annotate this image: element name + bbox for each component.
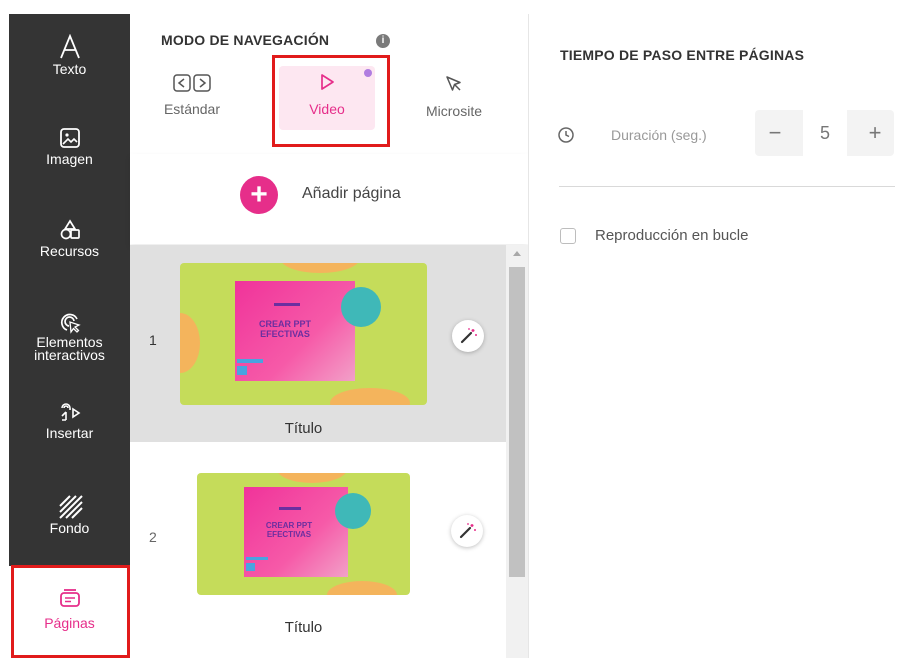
pages-list[interactable]: 1 CREAR PPT EFECTIVAS Título 2 CREAR PPT… (130, 245, 506, 658)
scroll-up-arrow[interactable] (513, 251, 521, 256)
add-page-area: + Añadir página (130, 154, 528, 244)
pages-scrollbar[interactable] (506, 245, 528, 658)
duration-stepper: − 5 + (755, 110, 894, 156)
pages-panel: MODO DE NAVEGACIÓN i Estándar Video Micr… (130, 14, 528, 658)
magic-wand-button[interactable] (452, 320, 484, 352)
image-icon (59, 128, 80, 148)
standard-mode-icon (173, 74, 211, 92)
sidebar-item-label: Imagen (46, 151, 93, 167)
page-number: 1 (149, 332, 157, 348)
interactive-icon (60, 313, 81, 334)
page-item-2[interactable]: 2 CREAR PPT EFECTIVAS Título (130, 442, 506, 658)
duration-value[interactable]: 5 (803, 110, 847, 156)
decrease-button[interactable]: − (757, 110, 793, 156)
sidebar-item-label: Insertar (45, 425, 94, 441)
thumbnail-text: CREAR PPT EFECTIVAS (265, 521, 313, 539)
new-indicator-dot (364, 69, 372, 77)
sidebar-item-paginas[interactable]: Páginas (9, 566, 130, 658)
insert-icon (60, 403, 80, 421)
page-title[interactable]: Título (180, 420, 427, 437)
info-icon[interactable]: i (376, 34, 390, 48)
navigation-mode-title: MODO DE NAVEGACIÓN (161, 32, 330, 48)
page-thumbnail[interactable]: CREAR PPT EFECTIVAS (180, 263, 427, 405)
duration-label: Duración (seg.) (611, 127, 707, 143)
background-icon (58, 495, 83, 519)
sidebar-item-label: Fondo (49, 520, 90, 536)
timing-panel: TIEMPO DE PASO ENTRE PÁGINAS Duración (s… (529, 14, 914, 658)
clock-icon (558, 127, 574, 143)
page-title[interactable]: Título (197, 619, 410, 636)
pages-icon (59, 589, 80, 607)
magic-wand-button[interactable] (451, 515, 483, 547)
sidebar-item-fondo[interactable]: Fondo (9, 493, 130, 536)
sidebar-item-texto[interactable]: Texto (9, 34, 130, 77)
mode-label: Microsite (425, 103, 482, 119)
sidebar-item-recursos[interactable]: Recursos (9, 218, 130, 259)
text-icon (59, 34, 80, 59)
sidebar-item-label: Páginas (44, 615, 95, 631)
add-page-label[interactable]: Añadir página (302, 185, 401, 203)
sidebar-item-label: Elementos interactivos (34, 334, 105, 363)
scroll-thumb[interactable] (509, 267, 525, 577)
resources-icon (60, 219, 80, 240)
loop-checkbox[interactable] (560, 228, 576, 244)
sidebar-item-label: Texto (52, 61, 87, 77)
page-number: 2 (149, 529, 157, 545)
increase-button[interactable]: + (857, 110, 893, 156)
sidebar-item-insertar[interactable]: Insertar (9, 400, 130, 441)
mode-microsite[interactable]: Microsite (416, 66, 492, 136)
mode-label: Estándar (163, 101, 221, 117)
cursor-icon (446, 76, 461, 91)
sidebar-item-label: Recursos (39, 243, 100, 259)
magic-wand-icon (459, 523, 476, 539)
thumbnail-text: CREAR PPT EFECTIVAS (258, 319, 311, 339)
sidebar: Texto Imagen Recursos Elementos interact… (9, 14, 130, 658)
magic-wand-icon (460, 328, 477, 344)
mode-estandar[interactable]: Estándar (160, 66, 224, 136)
section-divider (559, 186, 895, 187)
sidebar-item-elementos-interactivos[interactable]: Elementos interactivos (9, 310, 130, 362)
mode-label: Video (309, 101, 345, 117)
add-page-button[interactable]: + (240, 176, 278, 214)
play-icon (321, 74, 334, 90)
loop-label[interactable]: Reproducción en bucle (595, 227, 748, 244)
sidebar-item-imagen[interactable]: Imagen (9, 126, 130, 167)
page-thumbnail[interactable]: CREAR PPT EFECTIVAS (197, 473, 410, 595)
page-item-1[interactable]: 1 CREAR PPT EFECTIVAS Título (130, 245, 506, 442)
mode-video[interactable]: Video (279, 66, 375, 130)
timing-title: TIEMPO DE PASO ENTRE PÁGINAS (560, 47, 805, 63)
